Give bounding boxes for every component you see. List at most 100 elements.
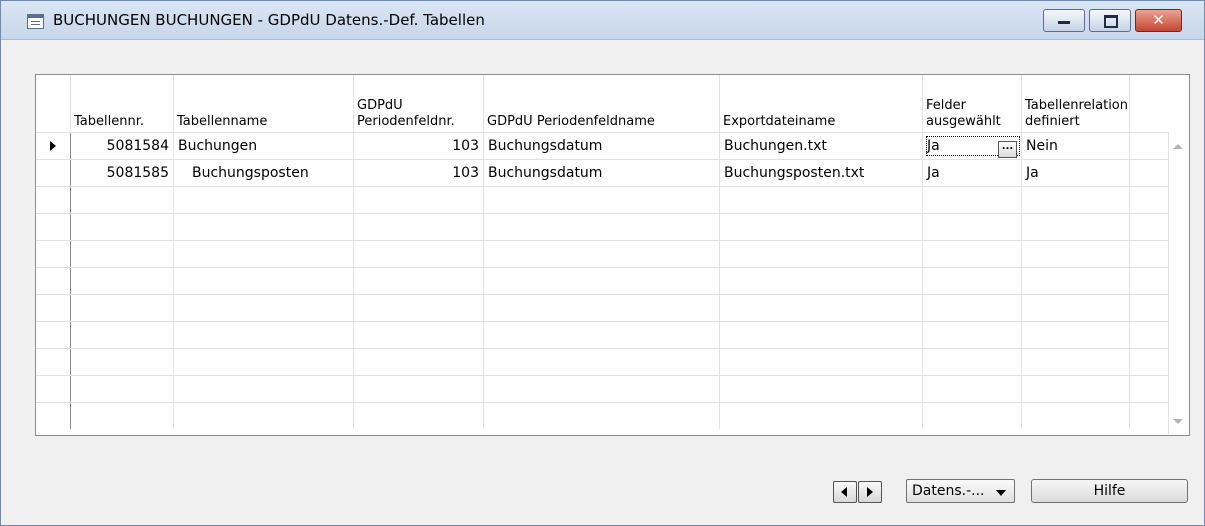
cell-felder-ausgewaehlt[interactable] [923, 241, 1022, 267]
vertical-scrollbar[interactable] [1168, 132, 1189, 434]
cell-exportdateiname[interactable] [720, 187, 923, 213]
cell-tabellenname[interactable] [174, 214, 354, 240]
table-row[interactable] [36, 402, 1168, 429]
cell-tabellennr[interactable] [71, 322, 174, 348]
cell-felder-ausgewaehlt[interactable] [923, 187, 1022, 213]
header-felder-ausgewaehlt[interactable]: Felder ausgewählt [923, 75, 1022, 132]
cell-tabellenname[interactable] [174, 295, 354, 321]
row-selector[interactable] [36, 133, 71, 159]
table-row[interactable] [36, 267, 1168, 294]
help-button[interactable]: Hilfe [1031, 479, 1188, 503]
cell-exportdateiname[interactable] [720, 295, 923, 321]
cell-tabellenname[interactable] [174, 322, 354, 348]
cell-tabellennr[interactable] [71, 187, 174, 213]
table-row[interactable] [36, 240, 1168, 267]
previous-record-button[interactable] [833, 481, 857, 503]
cell-tabellenrelation[interactable] [1022, 376, 1130, 402]
row-selector[interactable] [36, 241, 71, 267]
next-record-button[interactable] [858, 481, 882, 503]
cell-tabellennr[interactable]: 5081584 [71, 133, 174, 159]
cell-exportdateiname[interactable] [720, 241, 923, 267]
header-periodenfeldnr[interactable]: GDPdU Periodenfeldnr. [354, 75, 484, 132]
cell-felder-ausgewaehlt[interactable]: Ja... [923, 133, 1022, 159]
cell-felder-ausgewaehlt[interactable]: Ja [923, 160, 1022, 186]
close-button[interactable]: ✕ [1135, 9, 1182, 32]
table-row[interactable] [36, 294, 1168, 321]
cell-periodenfeldname[interactable] [484, 214, 720, 240]
cell-tabellenname[interactable] [174, 376, 354, 402]
cell-periodenfeldname[interactable] [484, 241, 720, 267]
cell-tabellenrelation[interactable]: Ja [1022, 160, 1130, 186]
table-row[interactable] [36, 186, 1168, 213]
assist-edit-button[interactable]: ... [998, 141, 1017, 158]
cell-tabellennr[interactable] [71, 403, 174, 429]
cell-periodenfeldnr[interactable] [354, 214, 484, 240]
cell-tabellenrelation[interactable] [1022, 349, 1130, 375]
cell-felder-ausgewaehlt[interactable] [923, 349, 1022, 375]
cell-exportdateiname[interactable] [720, 349, 923, 375]
row-selector[interactable] [36, 376, 71, 402]
cell-periodenfeldnr[interactable] [354, 322, 484, 348]
cell-periodenfeldnr[interactable] [354, 268, 484, 294]
cell-felder-ausgewaehlt[interactable] [923, 322, 1022, 348]
cell-felder-ausgewaehlt[interactable] [923, 295, 1022, 321]
maximize-button[interactable] [1089, 9, 1131, 32]
cell-periodenfeldname[interactable] [484, 376, 720, 402]
cell-tabellenrelation[interactable] [1022, 322, 1130, 348]
scroll-down-icon[interactable] [1173, 419, 1183, 424]
cell-tabellennr[interactable] [71, 349, 174, 375]
table-row[interactable]: 5081585 Buchungsposten 103 Buchungsdatum Buc… [36, 159, 1168, 186]
cell-tabellennr[interactable] [71, 241, 174, 267]
cell-tabellenname[interactable] [174, 403, 354, 429]
minimize-button[interactable] [1043, 9, 1085, 32]
row-selector[interactable] [36, 268, 71, 294]
row-selector[interactable] [36, 187, 71, 213]
cell-tabellenrelation[interactable]: Nein [1022, 133, 1130, 159]
table-row[interactable] [36, 213, 1168, 240]
cell-periodenfeldnr[interactable] [354, 241, 484, 267]
cell-tabellenname[interactable]: Buchungen [174, 133, 354, 159]
cell-exportdateiname[interactable] [720, 214, 923, 240]
title-bar[interactable]: BUCHUNGEN BUCHUNGEN - GDPdU Datens.-Def.… [1, 1, 1204, 40]
cell-periodenfeldnr[interactable] [354, 349, 484, 375]
cell-exportdateiname[interactable]: Buchungen.txt [720, 133, 923, 159]
header-tabellenname[interactable]: Tabellenname [174, 75, 354, 132]
cell-tabellennr[interactable] [71, 268, 174, 294]
cell-tabellenrelation[interactable] [1022, 187, 1130, 213]
cell-periodenfeldname[interactable] [484, 403, 720, 429]
row-selector[interactable] [36, 295, 71, 321]
cell-tabellenname[interactable]: Buchungsposten [174, 160, 354, 186]
row-selector[interactable] [36, 349, 71, 375]
cell-periodenfeldname[interactable]: Buchungsdatum [484, 133, 720, 159]
row-selector[interactable] [36, 322, 71, 348]
table-row[interactable] [36, 321, 1168, 348]
cell-exportdateiname[interactable] [720, 268, 923, 294]
row-selector[interactable] [36, 214, 71, 240]
table-row[interactable] [36, 375, 1168, 402]
header-exportdateiname[interactable]: Exportdateiname [720, 75, 923, 132]
cell-periodenfeldnr[interactable] [354, 376, 484, 402]
cell-periodenfeldnr[interactable] [354, 295, 484, 321]
table-row[interactable]: 5081584 Buchungen 103 Buchungsdatum Buchunge… [36, 132, 1168, 159]
cell-felder-ausgewaehlt[interactable] [923, 214, 1022, 240]
cell-tabellennr[interactable] [71, 376, 174, 402]
cell-tabellennr[interactable] [71, 295, 174, 321]
cell-tabellenrelation[interactable] [1022, 241, 1130, 267]
cell-periodenfeldname[interactable] [484, 322, 720, 348]
cell-tabellenname[interactable] [174, 241, 354, 267]
cell-exportdateiname[interactable]: Buchungsposten.txt [720, 160, 923, 186]
cell-periodenfeldname[interactable] [484, 268, 720, 294]
cell-exportdateiname[interactable] [720, 403, 923, 429]
cell-tabellenrelation[interactable] [1022, 214, 1130, 240]
cell-periodenfeldnr[interactable] [354, 403, 484, 429]
cell-felder-ausgewaehlt[interactable] [923, 376, 1022, 402]
cell-tabellenrelation[interactable] [1022, 295, 1130, 321]
header-periodenfeldname[interactable]: GDPdU Periodenfeldname [484, 75, 720, 132]
cell-periodenfeldnr[interactable]: 103 [354, 133, 484, 159]
cell-periodenfeldnr[interactable] [354, 187, 484, 213]
cell-periodenfeldname[interactable]: Buchungsdatum [484, 160, 720, 186]
cell-felder-ausgewaehlt[interactable] [923, 403, 1022, 429]
header-tabellenrelation[interactable]: Tabellenrelation definiert [1022, 75, 1130, 132]
table-row[interactable] [36, 348, 1168, 375]
cell-periodenfeldname[interactable] [484, 187, 720, 213]
